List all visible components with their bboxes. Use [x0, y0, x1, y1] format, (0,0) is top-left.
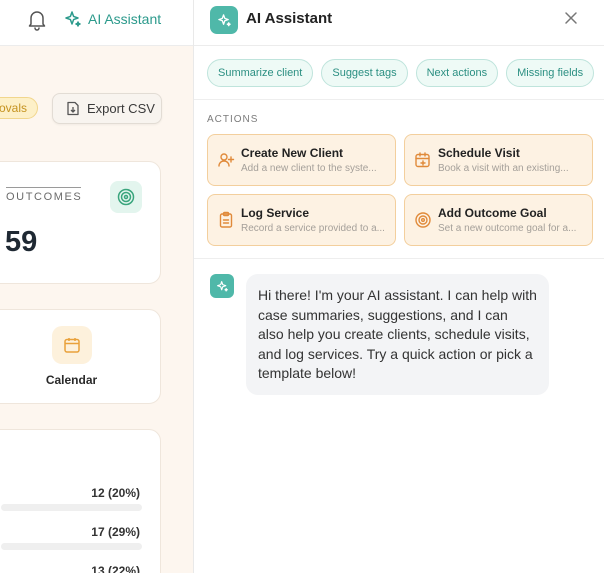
- user-plus-icon: [218, 153, 235, 167]
- outcomes-card: OUTCOMES 59: [0, 161, 161, 284]
- bell-icon[interactable]: [27, 9, 47, 31]
- sparkles-icon: [216, 280, 228, 292]
- stat-value: 17 (29%): [91, 525, 140, 539]
- close-icon[interactable]: [564, 11, 578, 25]
- action-add-outcome-goal[interactable]: Add Outcome Goal Set a new outcome goal …: [404, 194, 593, 246]
- export-csv-label: Export CSV: [87, 101, 155, 116]
- action-title: Add Outcome Goal: [438, 206, 547, 220]
- ai-assistant-link-label: AI Assistant: [88, 11, 162, 27]
- actions-section-label: ACTIONS: [207, 114, 259, 125]
- chip-missing-fields[interactable]: Missing fields: [506, 59, 595, 87]
- export-csv-button[interactable]: Export CSV: [52, 93, 162, 124]
- calendar-label: Calendar: [45, 373, 98, 387]
- stat-bar: [1, 504, 142, 511]
- sparkles-icon: [65, 11, 81, 27]
- chip-summarize-client[interactable]: Summarize client: [207, 59, 314, 87]
- background-app: AI Assistant ovals Export CSV OUTCOMES 5…: [0, 0, 194, 573]
- action-description: Book a visit with an existing...: [438, 163, 569, 174]
- ai-assistant-link[interactable]: AI Assistant: [64, 10, 161, 28]
- stat-value: 13 (22%): [91, 564, 140, 573]
- action-title: Create New Client: [241, 146, 344, 160]
- panel-header: AI Assistant: [194, 0, 604, 46]
- divider: [194, 258, 604, 259]
- action-description: Record a service provided to a...: [241, 223, 385, 234]
- stat-value: 12 (20%): [91, 486, 140, 500]
- quick-prompt-chips: Summarize client Suggest tags Next actio…: [207, 59, 595, 87]
- action-description: Set a new outcome goal for a...: [438, 223, 577, 234]
- divider: [6, 187, 81, 188]
- top-bar: AI Assistant: [0, 0, 194, 46]
- calendar-icon: [52, 326, 92, 364]
- approvals-badge[interactable]: ovals: [0, 97, 39, 119]
- file-download-icon: [67, 101, 79, 116]
- clipboard-icon: [219, 211, 233, 228]
- stat-bar: [1, 543, 142, 550]
- ai-assistant-panel: AI Assistant Summarize client Suggest ta…: [193, 0, 604, 573]
- calendar-card[interactable]: Calendar: [0, 309, 161, 404]
- chip-next-actions[interactable]: Next actions: [415, 59, 499, 87]
- target-icon: [415, 212, 431, 228]
- action-title: Schedule Visit: [438, 146, 520, 160]
- action-create-new-client[interactable]: Create New Client Add a new client to th…: [207, 134, 396, 186]
- calendar-plus-icon: [415, 152, 430, 168]
- stats-card: 12 (20%) 17 (29%) 13 (22%): [0, 429, 161, 573]
- panel-title: AI Assistant: [246, 10, 333, 27]
- action-schedule-visit[interactable]: Schedule Visit Book a visit with an exis…: [404, 134, 593, 186]
- action-log-service[interactable]: Log Service Record a service provided to…: [207, 194, 396, 246]
- sparkles-icon: [210, 6, 238, 34]
- outcomes-value: 59: [5, 226, 38, 258]
- action-description: Add a new client to the syste...: [241, 163, 377, 174]
- assistant-avatar: [210, 274, 234, 298]
- divider: [194, 99, 604, 100]
- target-icon: [110, 181, 142, 213]
- action-title: Log Service: [241, 206, 310, 220]
- chip-suggest-tags[interactable]: Suggest tags: [321, 59, 408, 87]
- assistant-message: Hi there! I'm your AI assistant. I can h…: [246, 274, 549, 395]
- outcomes-label: OUTCOMES: [6, 191, 83, 203]
